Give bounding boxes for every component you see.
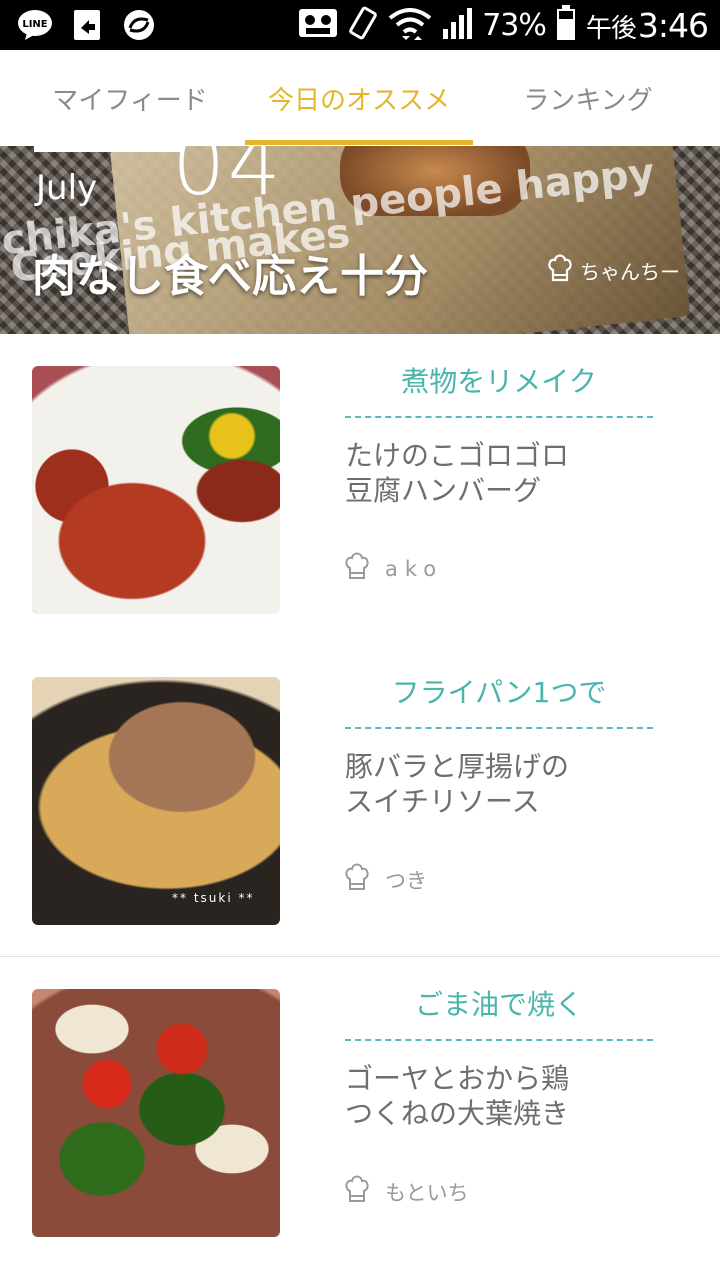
recipe-author-name: つき <box>385 868 427 893</box>
recipe-card-3[interactable]: ごま油で焼く ゴーヤとおから鶏 つくねの大葉焼き もといち <box>0 957 720 1268</box>
recipe-title[interactable]: ゴーヤとおから鶏 つくねの大葉焼き <box>345 1061 675 1131</box>
tab-my-feed[interactable]: マイフィード <box>10 50 250 146</box>
recipe-author[interactable]: もといち <box>345 1175 469 1208</box>
chef-hat-icon <box>548 254 572 287</box>
clock: 午後3:46 <box>585 5 709 45</box>
recipe-title-line1: ゴーヤとおから鶏 <box>345 1062 570 1095</box>
recipe-card-1[interactable]: 煮物をリメイク たけのこゴロゴロ 豆腐ハンバーグ ako <box>0 334 720 646</box>
banner-author-name: ちゃんちー <box>580 260 680 284</box>
recipe-category: フライパン1つで <box>391 676 607 709</box>
share-icon <box>68 6 106 44</box>
line-icon: LINE <box>16 6 54 44</box>
recipe-author-name: ako <box>385 556 444 581</box>
battery-percent: 73% <box>482 7 547 43</box>
recipe-author[interactable]: ako <box>345 552 443 585</box>
recipe-card-2[interactable]: ** tsuki ** フライパン1つで 豚バラと厚揚げの スイチリソース つき <box>0 645 720 957</box>
featured-banner[interactable]: chika's kitchen people happy Cooking mak… <box>0 146 720 334</box>
cassette-icon <box>298 8 338 42</box>
recipe-title[interactable]: 豚バラと厚揚げの スイチリソース <box>345 749 675 819</box>
tab-bar: マイフィード 今日のオススメ ランキング <box>0 50 720 147</box>
clock-ampm: 午後 <box>585 13 637 44</box>
chef-hat-icon <box>345 863 369 896</box>
wifi-icon <box>388 6 432 44</box>
recipe-image-pork-tofu[interactable]: ** tsuki ** <box>32 677 280 925</box>
svg-text:LINE: LINE <box>22 19 47 30</box>
tab-ranking[interactable]: ランキング <box>473 50 703 146</box>
tab-todays-picks[interactable]: 今日のオススメ <box>245 50 473 146</box>
banner-date-bar <box>34 146 184 152</box>
active-tab-indicator <box>245 140 473 145</box>
recipe-divider <box>345 1039 653 1041</box>
chef-hat-icon <box>345 552 369 585</box>
recipe-image-hamburg[interactable] <box>32 366 280 614</box>
image-watermark: ** tsuki ** <box>172 891 255 905</box>
recipe-author-name: もといち <box>385 1180 469 1205</box>
recipe-title-line1: たけのこゴロゴロ <box>345 439 570 472</box>
recipe-title-line2: スイチリソース <box>345 785 540 818</box>
recipe-category: ごま油で焼く <box>414 988 583 1021</box>
banner-day: 04 <box>172 146 283 214</box>
recipe-title[interactable]: たけのこゴロゴロ 豆腐ハンバーグ <box>345 438 675 508</box>
banner-author[interactable]: ちゃんちー <box>548 254 680 287</box>
banner-month: July <box>36 168 98 208</box>
recipe-divider <box>345 416 653 418</box>
recipe-author[interactable]: つき <box>345 863 427 896</box>
recipe-divider <box>345 727 653 729</box>
signal-icon <box>442 7 473 43</box>
notification-icons: LINE <box>16 6 158 44</box>
chef-hat-icon <box>345 1175 369 1208</box>
banner-headline: 肉なし食べ応え十分 <box>32 251 428 302</box>
sync-icon <box>120 6 158 44</box>
status-bar: LINE 73% 午後3:46 <box>0 0 720 50</box>
recipe-title-line1: 豚バラと厚揚げの <box>345 750 570 783</box>
recipe-category: 煮物をリメイク <box>401 365 597 398</box>
recipe-image-goya-tsukune[interactable] <box>32 989 280 1237</box>
recipe-title-line2: つくねの大葉焼き <box>345 1097 570 1130</box>
battery-icon <box>556 5 576 45</box>
vibrate-icon <box>348 6 378 44</box>
system-icons: 73% 午後3:46 <box>298 4 709 46</box>
clock-time: 3:46 <box>637 5 709 45</box>
recipe-title-line2: 豆腐ハンバーグ <box>345 474 542 507</box>
